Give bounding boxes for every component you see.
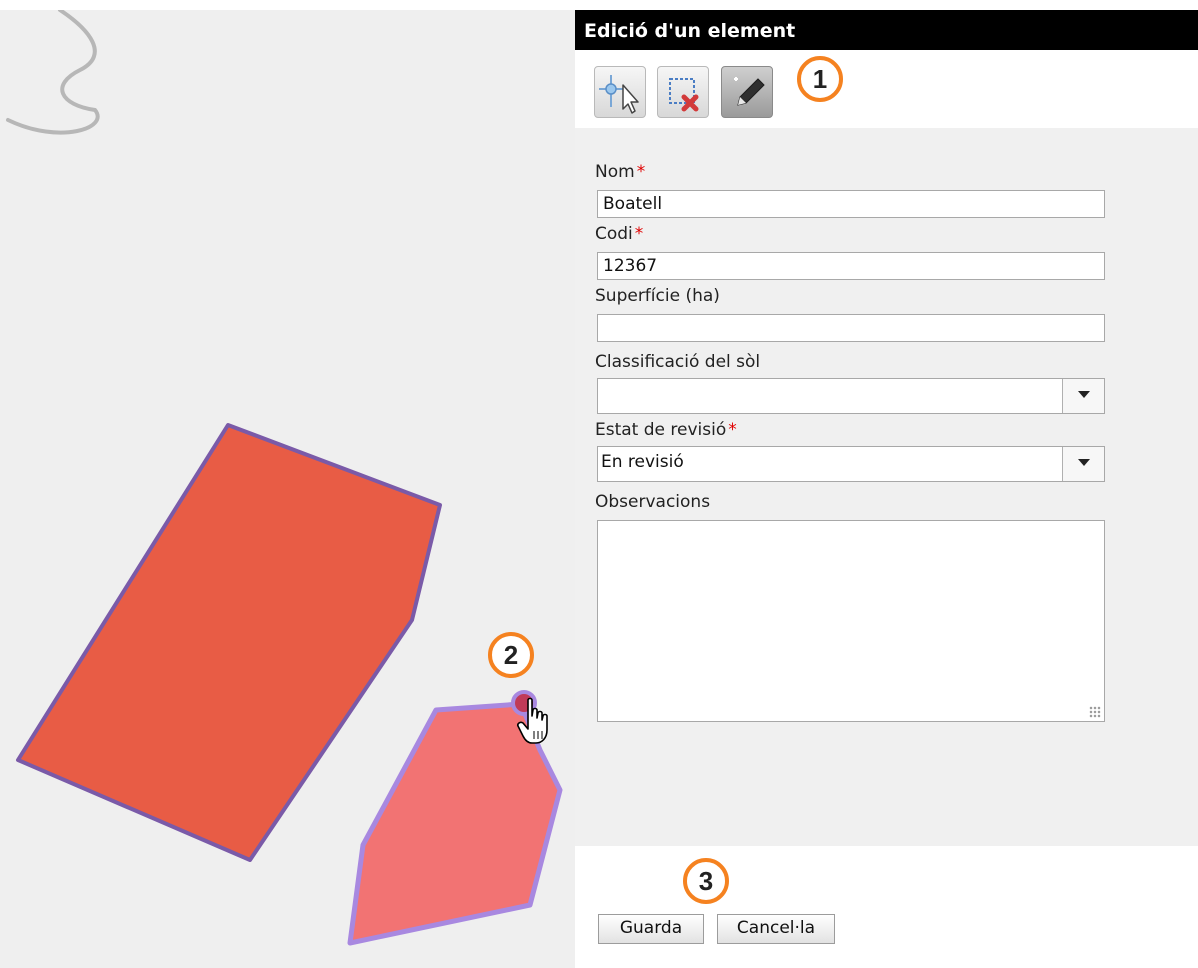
line-feature [6,10,100,135]
classificacio-label-text: Classificació del sòl [595,352,761,372]
nom-label-text: Nom [595,162,635,182]
map-canvas[interactable]: 2 [0,10,575,968]
classificacio-label: Classificació del sòl [595,352,760,372]
required-marker: * [636,162,646,182]
codi-value: 12367 [603,256,658,276]
required-marker: * [728,420,737,440]
observacions-textarea[interactable] [597,520,1105,722]
edit-form: Nom * Boatell Codi * 12367 Superfície (ha)… [575,128,1198,846]
superficie-label-text: Superfície (ha) [595,286,720,306]
codi-label-text: Codi [595,224,633,244]
observacions-label: Observacions [595,492,710,512]
nom-input[interactable]: Boatell [597,190,1105,218]
dropdown-button[interactable] [1062,447,1104,481]
superficie-input[interactable] [597,314,1105,342]
estat-select[interactable]: En revisió [597,446,1105,482]
chevron-down-icon [1078,459,1090,466]
observacions-label-text: Observacions [595,492,711,512]
panel-footer: 3 Guarda Cancel·la [575,846,1198,968]
required-marker: * [634,224,644,244]
resize-handle[interactable] [1089,706,1101,718]
codi-input[interactable]: 12367 [597,252,1105,280]
callout-2: 2 [488,632,534,678]
edit-panel: Edició d'un element 1 Nom * Boatell Codi… [575,10,1198,968]
estat-label-text: Estat de revisió [595,420,727,440]
estat-label: Estat de revisió * [595,420,737,440]
map-features[interactable] [0,10,575,968]
save-button[interactable]: Guarda [598,914,704,944]
nom-value: Boatell [603,194,663,214]
callout-1: 1 [797,56,843,102]
classificacio-select[interactable] [597,378,1105,414]
chevron-down-icon [1078,391,1090,398]
delete-selection-icon [669,78,699,112]
edit-toolbar: 1 [575,50,1198,128]
dropdown-button[interactable] [1062,379,1104,413]
cancel-button[interactable]: Cancel·la [717,914,835,944]
polygon-feature [16,423,442,862]
draw-tool-button[interactable] [721,66,773,118]
estat-value: En revisió [601,452,684,472]
nom-label: Nom * [595,162,645,182]
callout-3: 3 [683,858,729,904]
move-vertex-icon [599,75,639,114]
codi-label: Codi * [595,224,643,244]
select-move-tool-button[interactable] [594,66,646,118]
pencil-icon [734,77,765,106]
panel-title: Edició d'un element [575,10,1198,50]
delete-tool-button[interactable] [657,66,709,118]
superficie-label: Superfície (ha) [595,286,720,306]
